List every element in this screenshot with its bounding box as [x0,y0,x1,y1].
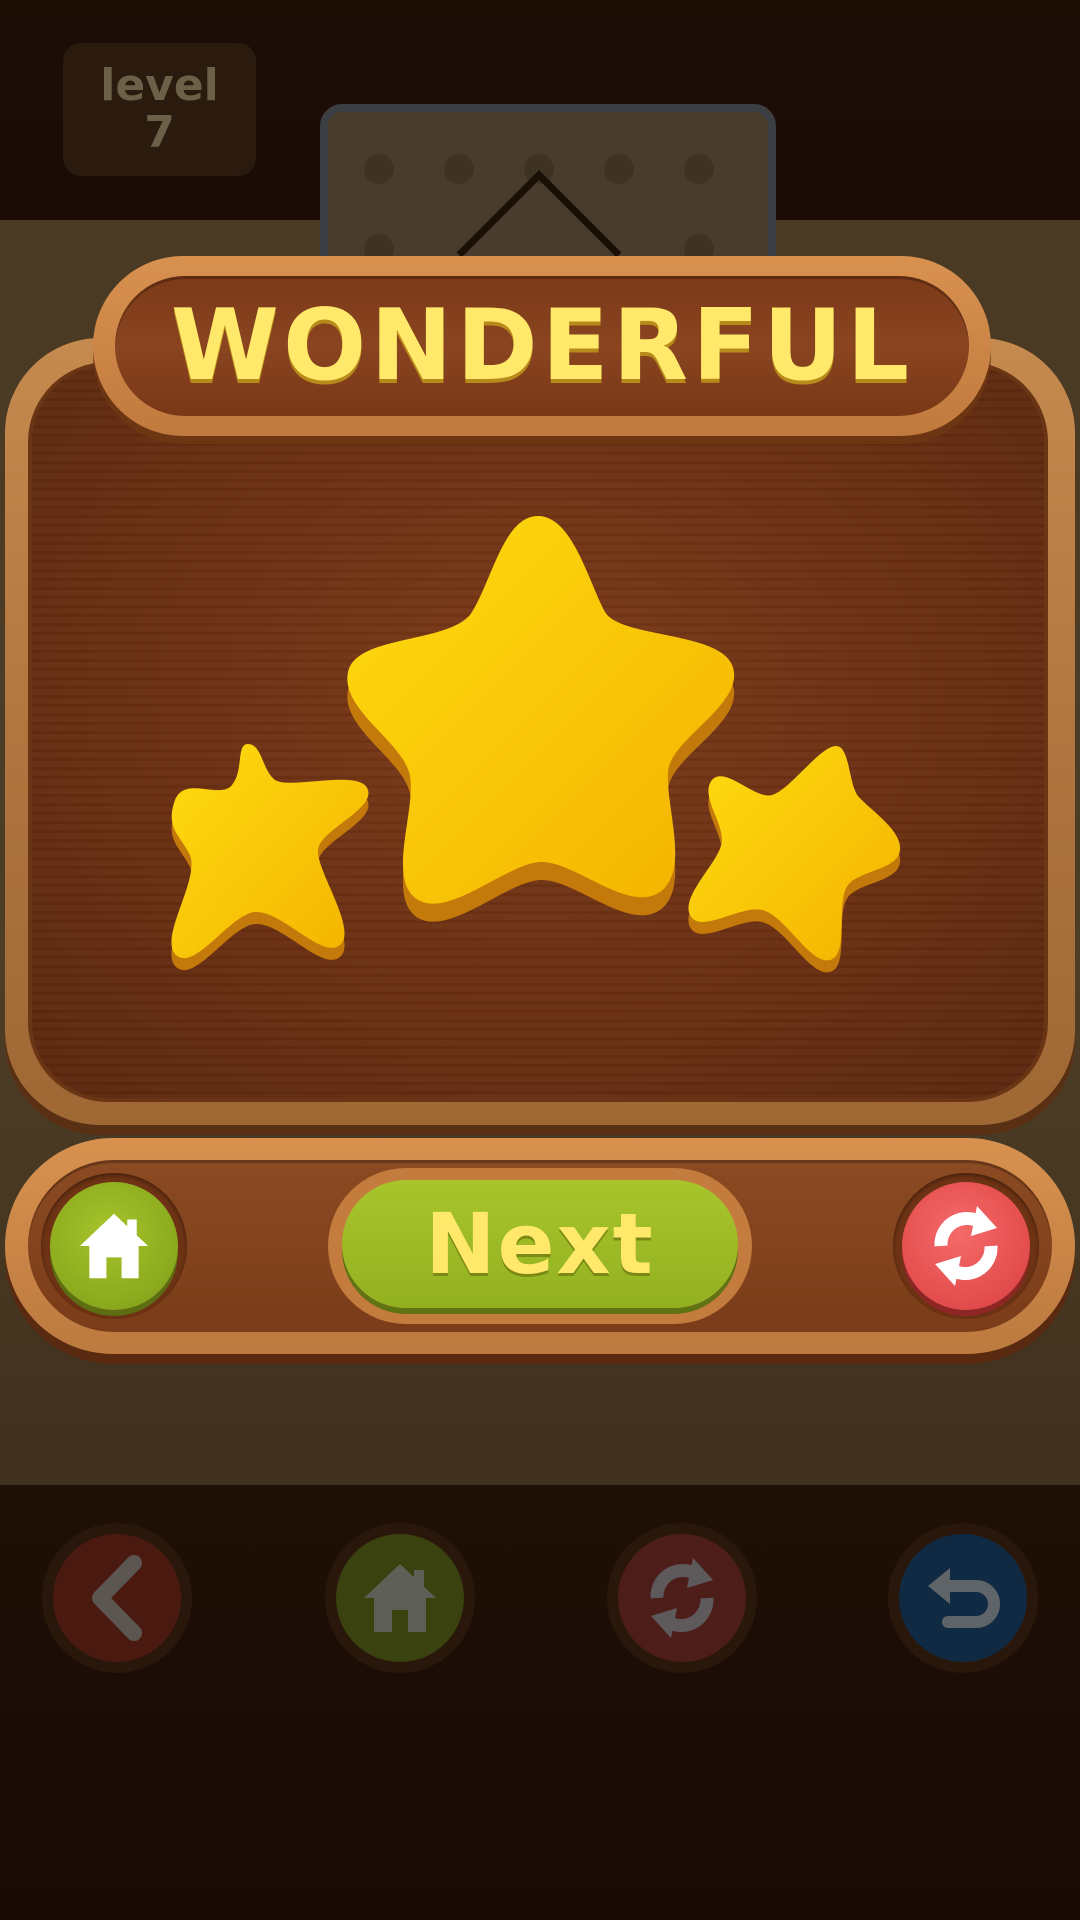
level-badge: level 7 [63,43,256,176]
result-dialog-body [28,362,1048,1102]
restart-icon [650,1558,714,1638]
toolbar-home-button[interactable] [325,1523,475,1673]
title-plate: WONDERFUL [93,256,991,436]
level-number: 7 [144,106,175,158]
undo-button[interactable] [888,1523,1038,1673]
dialog-title: WONDERFUL [170,289,914,403]
home-icon [79,1213,149,1279]
restart-icon [934,1206,998,1286]
home-button[interactable] [50,1182,178,1310]
home-icon [364,1564,436,1632]
restart-button[interactable] [902,1182,1030,1310]
toolbar-restart-button[interactable] [607,1523,757,1673]
undo-icon [928,1568,1000,1628]
next-button[interactable]: Next [342,1180,738,1308]
chevron-left-icon [92,1555,142,1641]
next-button-label: Next [425,1195,655,1293]
back-button[interactable] [42,1523,192,1673]
level-label: level [100,60,219,112]
